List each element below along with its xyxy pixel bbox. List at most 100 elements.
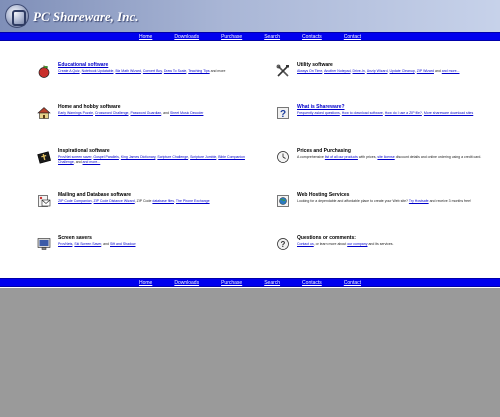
faq-link[interactable]: How to download software — [342, 111, 383, 115]
desc-pre: A comprehensive — [297, 155, 324, 159]
section-title[interactable]: Educational software — [58, 62, 108, 68]
product-link[interactable]: Crossword Challenge — [95, 111, 128, 115]
desc-tail: discount details and online ordering usi… — [395, 155, 482, 159]
product-link[interactable]: Notebook Updatable — [82, 69, 114, 73]
more-link[interactable]: and more... — [83, 160, 101, 164]
desc-mid: , ZIP Code — [134, 199, 152, 203]
nav-link-search[interactable]: Search — [264, 279, 280, 287]
section-questions-comments: ? Questions or comments: Contact us, or … — [276, 235, 481, 275]
nav-link-downloads[interactable]: Downloads — [174, 279, 199, 287]
question-mark-icon[interactable]: ? — [276, 237, 290, 251]
product-link[interactable]: Unzip Wizard — [367, 69, 388, 73]
section-title: Mailing and Database software — [58, 192, 132, 198]
site-license-link[interactable]: site license — [377, 155, 394, 159]
section-title: Web Hosting Services — [297, 192, 350, 198]
product-link[interactable]: Always On Time — [297, 69, 322, 73]
section-what-is-shareware: ? What is Shareware? Frequently asked qu… — [276, 104, 481, 144]
monitor-icon[interactable] — [37, 237, 51, 251]
product-link[interactable]: Biz Math Wizard — [115, 69, 140, 73]
page-container: PC Shareware, Inc. Home Downloads Purcha… — [0, 0, 500, 288]
desc-tail: and receive 3 months free! — [429, 199, 472, 203]
tools-icon[interactable] — [276, 64, 290, 78]
product-link[interactable]: ZIP Code Companion — [58, 199, 92, 203]
section-home-hobby: Home and hobby software Early Warnings P… — [37, 104, 242, 144]
section-desc: Always On Time, Another Notepad, Drive-I… — [297, 69, 460, 73]
book-cross-icon[interactable] — [37, 150, 51, 164]
faq-link[interactable]: Frequently asked questions — [297, 111, 340, 115]
section-desc: Early Warnings Puzzle, Crossword Challen… — [58, 111, 204, 115]
product-link[interactable]: ProvNet screen saver — [58, 155, 91, 159]
section-desc: Looking for a dependable and affordable … — [297, 199, 492, 204]
product-link[interactable]: Another Notepad — [324, 69, 350, 73]
apple-icon[interactable] — [37, 64, 51, 78]
question-icon[interactable]: ? — [276, 106, 290, 120]
product-link[interactable]: Sift and Shadow — [110, 242, 136, 246]
section-title: Utility software — [297, 62, 333, 68]
section-desc: A comprehensive list of all our products… — [297, 155, 492, 160]
logo-icon[interactable] — [5, 4, 29, 28]
nav-link-home[interactable]: Home — [139, 279, 152, 287]
house-icon[interactable] — [37, 106, 51, 120]
nav-link-company[interactable]: Contacts — [302, 33, 322, 41]
section-inspirational: Inspirational software ProvNet screen sa… — [37, 148, 245, 188]
desc-mid: with prices, — [358, 155, 377, 159]
section-prices-purchasing: Prices and Purchasing A comprehensive li… — [276, 148, 481, 188]
product-link[interactable]: Update Cleanup — [389, 69, 414, 73]
product-link[interactable]: Scripture Challenge — [157, 155, 188, 159]
our-company-link[interactable]: our company — [347, 242, 367, 246]
product-link[interactable]: ProvNets — [58, 242, 72, 246]
product-link[interactable]: Early Warnings Puzzle — [58, 111, 93, 115]
faq-link[interactable]: More shareware download sites — [424, 111, 473, 115]
nav-link-home[interactable]: Home — [139, 33, 152, 41]
bottom-nav-bar: Home Downloads Purchase Search Contacts … — [0, 278, 500, 287]
product-link[interactable]: King James Dictionary — [121, 155, 156, 159]
section-desc: ProvNets, Ski Screen Saver, and Sift and… — [58, 242, 136, 246]
nav-link-purchase[interactable]: Purchase — [221, 279, 242, 287]
product-link[interactable]: Drive-In — [352, 69, 364, 73]
section-desc: Create A Quiz, Notebook Updatable, Biz M… — [58, 69, 226, 73]
section-title[interactable]: What is Shareware? — [297, 104, 345, 110]
desc-pre: Looking for a dependable and affordable … — [297, 199, 408, 203]
envelope-icon[interactable] — [37, 194, 51, 208]
site-logo-text[interactable]: PC Shareware, Inc. — [33, 9, 138, 25]
section-desc: Contact us, or learn more about our comp… — [297, 242, 492, 247]
nav-link-company[interactable]: Contacts — [302, 279, 322, 287]
product-link[interactable]: Sheet Music Decoder — [170, 111, 203, 115]
section-desc: ZIP Code Companion, ZIP Code Distance Wi… — [58, 199, 210, 203]
section-screen-savers: Screen savers ProvNets, Ski Screen Saver… — [37, 235, 242, 275]
nav-link-purchase[interactable]: Purchase — [221, 33, 242, 41]
desc-tail: and its services. — [368, 242, 394, 246]
products-list-link[interactable]: list of all our products — [325, 155, 358, 159]
product-link[interactable]: Convert Boy — [143, 69, 162, 73]
faq-link[interactable]: How do I use a ZIP file? — [385, 111, 422, 115]
section-mailing-database: Mailing and Database software ZIP Code C… — [37, 192, 242, 232]
svg-text:?: ? — [281, 240, 286, 249]
section-title: Home and hobby software — [58, 104, 121, 110]
more-link[interactable]: and more... — [442, 69, 460, 73]
product-link[interactable]: The Phone Exchange — [176, 199, 210, 203]
product-link[interactable]: Teaching Tips — [188, 69, 209, 73]
dollar-icon[interactable] — [276, 150, 290, 164]
hosting-link[interactable]: Try Hostsafe — [409, 199, 429, 203]
section-web-hosting: Web Hosting Services Looking for a depen… — [276, 192, 481, 232]
section-title: Prices and Purchasing — [297, 148, 351, 154]
product-link[interactable]: Draw To Scale — [164, 69, 187, 73]
globe-icon[interactable] — [276, 194, 290, 208]
section-desc: ProvNet screen saver, Gospel Parallels, … — [58, 155, 245, 164]
product-link[interactable]: ZIP Wizard — [417, 69, 434, 73]
product-link[interactable]: Gospel Parallels — [93, 155, 118, 159]
section-title: Screen savers — [58, 235, 92, 241]
product-link[interactable]: Password Guardian — [130, 111, 161, 115]
nav-link-contact[interactable]: Contact — [344, 279, 361, 287]
nav-link-search[interactable]: Search — [264, 33, 280, 41]
nav-link-downloads[interactable]: Downloads — [174, 33, 199, 41]
section-desc: Frequently asked questions, How to downl… — [297, 111, 474, 115]
contact-us-link[interactable]: Contact us — [297, 242, 314, 246]
product-link[interactable]: Create A Quiz — [58, 69, 80, 73]
nav-link-contact[interactable]: Contact — [344, 33, 361, 41]
product-link[interactable]: database files — [152, 199, 174, 203]
product-link[interactable]: ZIP Code Distance Wizard — [94, 199, 135, 203]
product-link[interactable]: Scripture Jumble — [190, 155, 216, 159]
desc-tail: and more — [210, 69, 226, 73]
product-link[interactable]: Ski Screen Saver — [74, 242, 101, 246]
